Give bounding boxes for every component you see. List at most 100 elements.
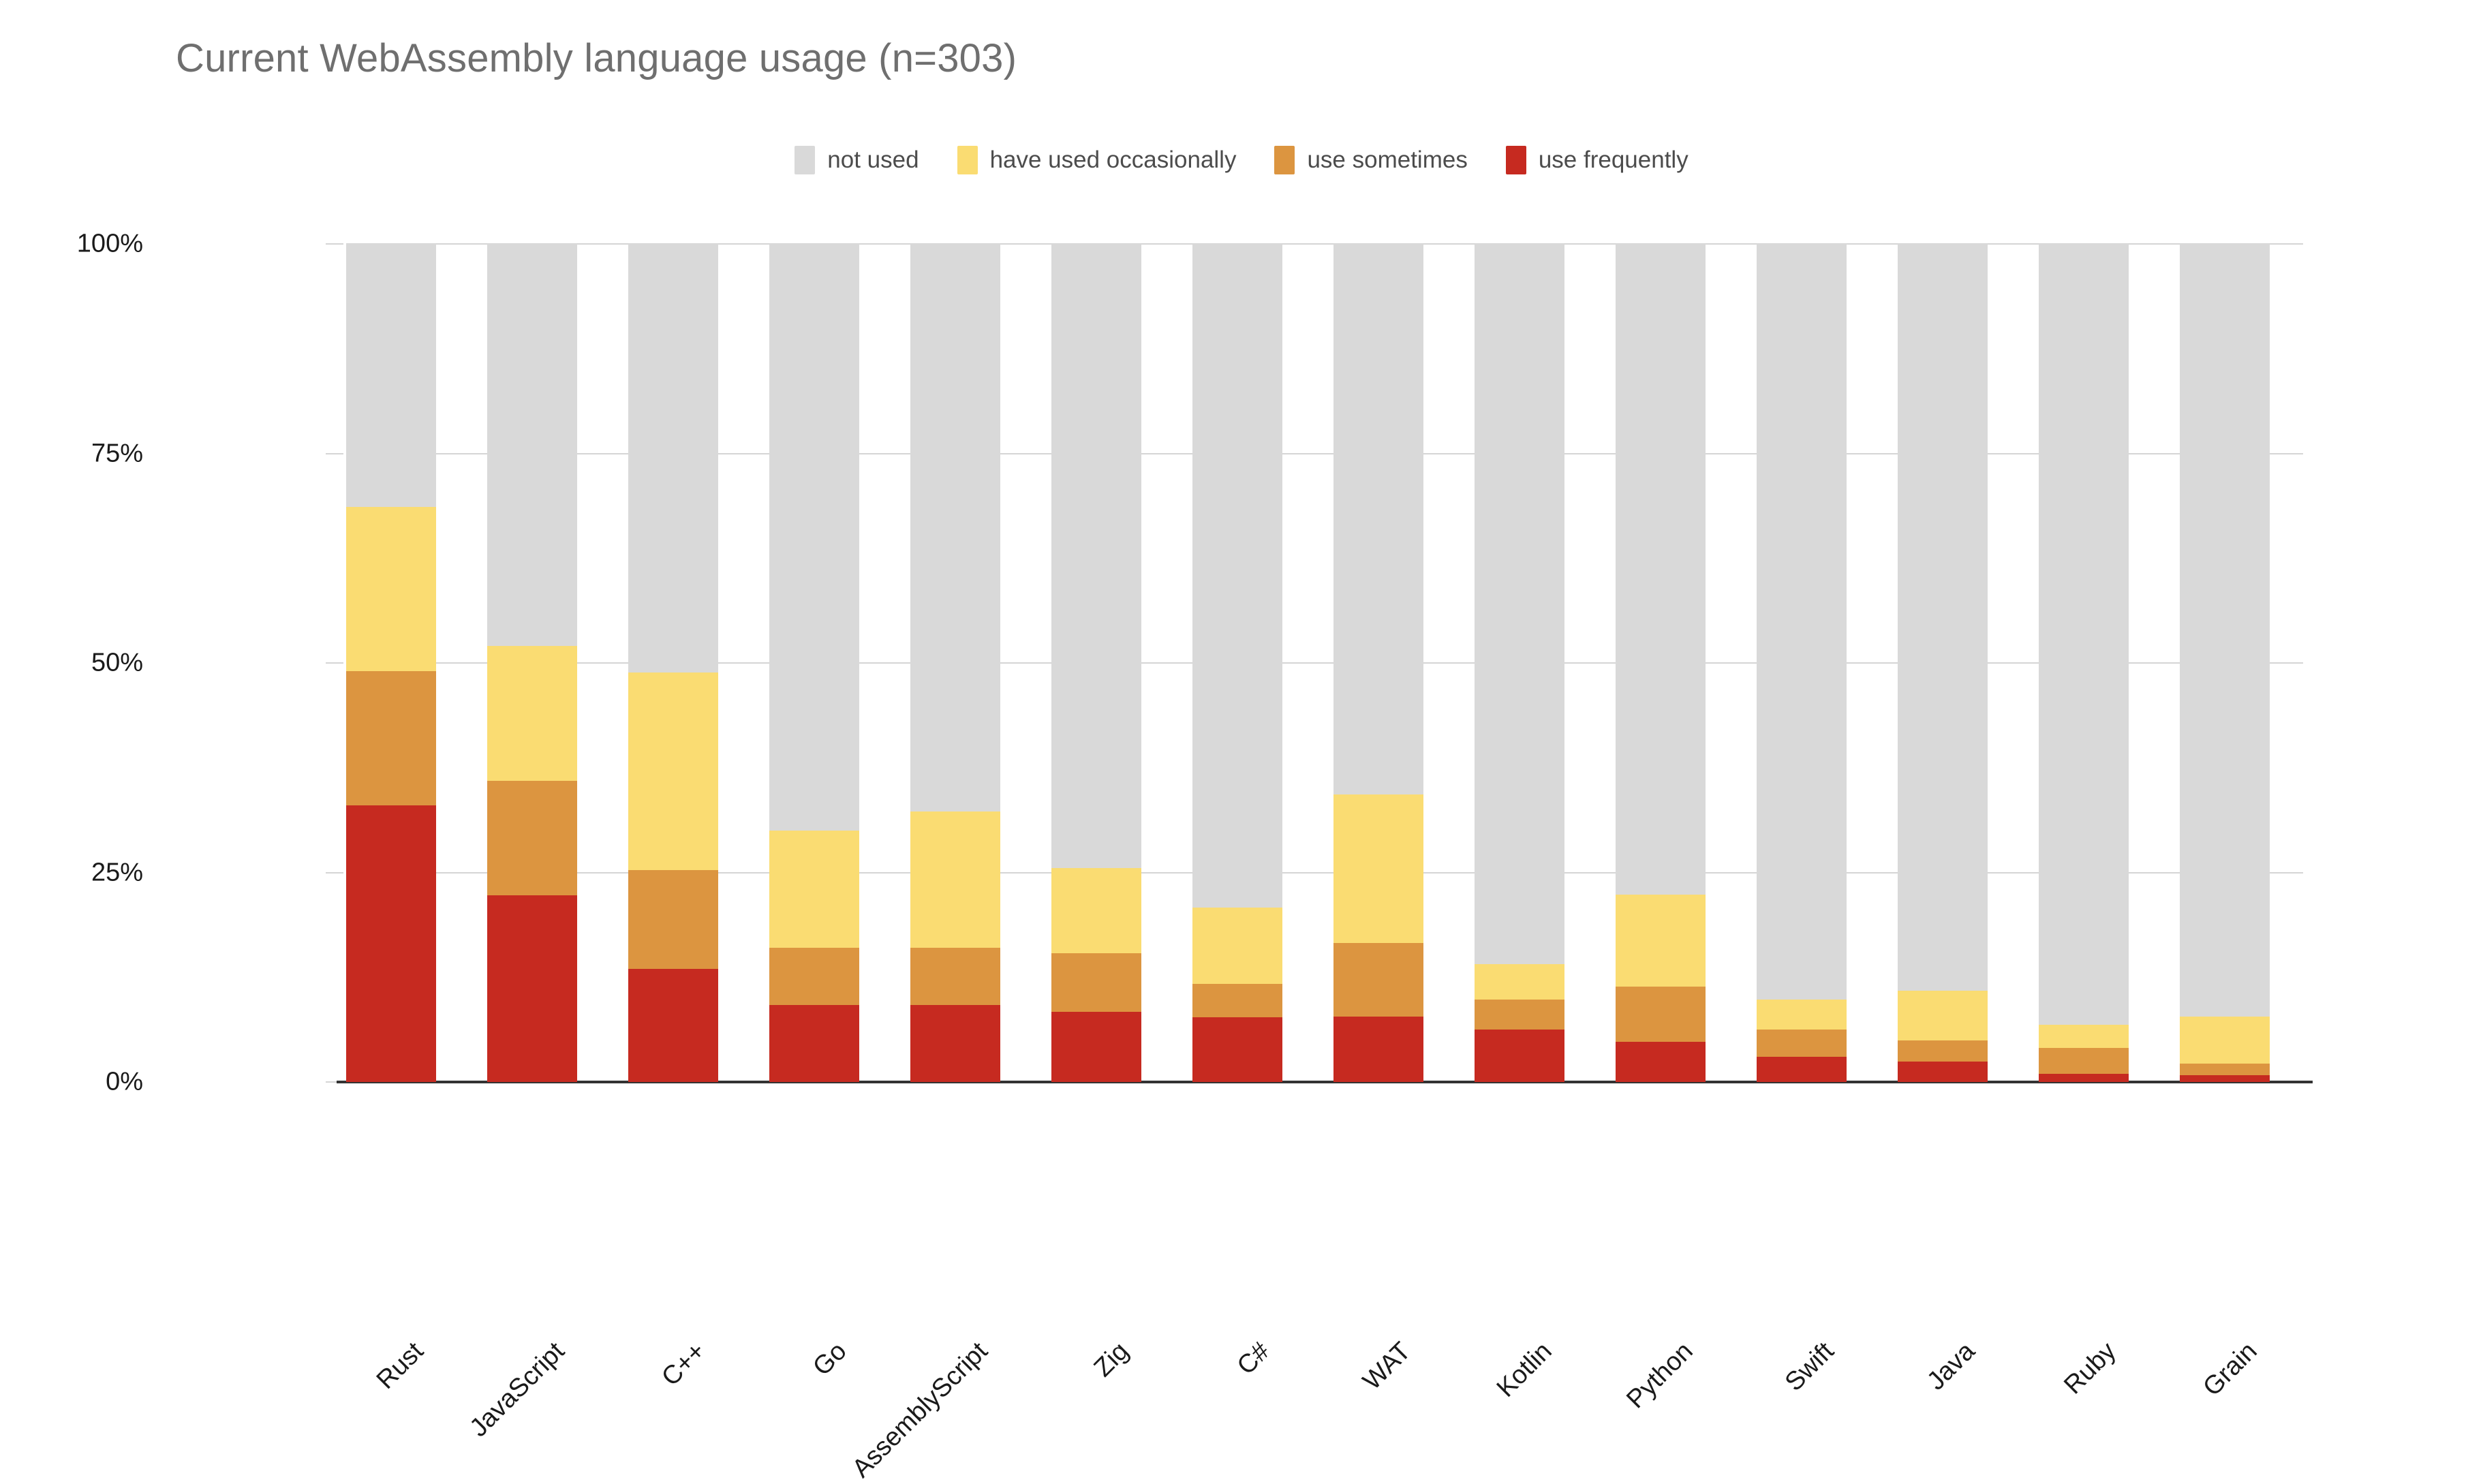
bar-segment[interactable] [910, 244, 1000, 811]
bar-segment[interactable] [1333, 942, 1423, 1017]
bar-segment[interactable] [628, 869, 718, 969]
y-axis-tick-label: 100% [76, 229, 143, 258]
bar-segment[interactable] [769, 1004, 859, 1082]
y-axis-tick-label: 50% [91, 648, 143, 677]
bar-segment[interactable] [1616, 1041, 1706, 1082]
bar-segment[interactable] [1051, 1011, 1141, 1082]
legend-item[interactable]: use sometimes [1274, 146, 1468, 174]
bar-segment[interactable] [910, 811, 1000, 948]
bar-segment[interactable] [346, 671, 436, 806]
y-axis-tick-label: 25% [91, 858, 143, 886]
chart-title: Current WebAssembly language usage (n=30… [176, 36, 1017, 80]
bar-segment[interactable] [1616, 244, 1706, 895]
bar-segment[interactable] [1475, 1029, 1564, 1082]
bar-segment[interactable] [487, 646, 577, 782]
bar-stack[interactable] [1616, 244, 1706, 1082]
bar-segment[interactable] [1051, 244, 1141, 869]
chart-legend: not used have used occasionally use someti… [0, 146, 2483, 174]
bar-segment[interactable] [1898, 990, 1988, 1040]
bar-stack[interactable] [487, 244, 577, 1082]
x-axis-tick-label: Ruby [2058, 1337, 2122, 1400]
bar-stack[interactable] [1333, 244, 1423, 1082]
bar-segment[interactable] [1192, 1017, 1282, 1082]
bar-segment[interactable] [2039, 1073, 2129, 1082]
bar-segment[interactable] [769, 244, 859, 831]
y-axis-tick-mark [326, 243, 343, 245]
bar-stack[interactable] [1898, 244, 1988, 1082]
bar-segment[interactable] [769, 948, 859, 1005]
bar-segment[interactable] [1757, 1057, 1847, 1082]
bar-segment[interactable] [2180, 1075, 2270, 1082]
bar-stack[interactable] [1757, 244, 1847, 1082]
legend-item[interactable]: not used [795, 146, 919, 174]
bar-segment[interactable] [2180, 1063, 2270, 1076]
bar-segment[interactable] [910, 1004, 1000, 1082]
bar-segment[interactable] [1757, 244, 1847, 1000]
bar-stack[interactable] [628, 244, 718, 1082]
y-axis-tick-mark [326, 452, 343, 454]
legend-label: use frequently [1538, 146, 1688, 173]
x-axis-tick-label: C# [1231, 1337, 1276, 1381]
x-axis-tick-label: Go [807, 1337, 852, 1382]
bar-stack[interactable] [346, 244, 436, 1082]
bar-segment[interactable] [2180, 1017, 2270, 1064]
bar-stack[interactable] [2039, 244, 2129, 1082]
legend-swatch-icon [1274, 146, 1295, 174]
bar-segment[interactable] [1475, 1000, 1564, 1030]
bar-segment[interactable] [1051, 953, 1141, 1012]
x-axis-tick-label: WAT [1357, 1337, 1417, 1396]
legend-label: have used occasionally [989, 146, 1237, 173]
x-axis-tick-label: Zig [1088, 1337, 1135, 1383]
bar-segment[interactable] [487, 781, 577, 895]
bar-segment[interactable] [487, 244, 577, 647]
bar-segment[interactable] [487, 895, 577, 1082]
chart-container: Current WebAssembly language usage (n=30… [0, 0, 2483, 1483]
bar-segment[interactable] [1475, 963, 1564, 1000]
bar-segment[interactable] [2180, 244, 2270, 1017]
y-axis-tick-label: 75% [91, 439, 143, 467]
bar-segment[interactable] [1898, 1062, 1988, 1082]
bar-segment[interactable] [1616, 894, 1706, 987]
bar-segment[interactable] [1333, 244, 1423, 795]
bar-stack[interactable] [769, 244, 859, 1082]
legend-label: use sometimes [1307, 146, 1468, 173]
bar-segment[interactable] [1192, 908, 1282, 985]
legend-item[interactable]: have used occasionally [957, 146, 1237, 174]
bar-segment[interactable] [910, 948, 1000, 1005]
bar-segment[interactable] [2039, 1047, 2129, 1074]
bar-segment[interactable] [1757, 1000, 1847, 1030]
x-axis-tick-label: Swift [1779, 1337, 1840, 1397]
legend-swatch-icon [1505, 146, 1526, 174]
bar-stack[interactable] [1475, 244, 1564, 1082]
bar-segment[interactable] [769, 831, 859, 948]
legend-item[interactable]: use frequently [1505, 146, 1688, 174]
bar-segment[interactable] [1192, 984, 1282, 1018]
x-axis-tick-label: C++ [656, 1337, 711, 1392]
bar-stack[interactable] [1051, 244, 1141, 1082]
legend-swatch-icon [957, 146, 978, 174]
bar-segment[interactable] [346, 244, 436, 508]
bar-segment[interactable] [2039, 1025, 2129, 1048]
bar-segment[interactable] [1898, 244, 1988, 991]
bar-segment[interactable] [628, 244, 718, 673]
x-axis-tick-label: Java [1922, 1337, 1981, 1396]
bar-segment[interactable] [1051, 868, 1141, 953]
bar-segment[interactable] [1475, 244, 1564, 964]
legend-swatch-icon [795, 146, 816, 174]
bar-segment[interactable] [1898, 1040, 1988, 1062]
bar-segment[interactable] [2039, 244, 2129, 1025]
bar-stack[interactable] [910, 244, 1000, 1082]
bar-segment[interactable] [1333, 1017, 1423, 1082]
bar-segment[interactable] [628, 672, 718, 870]
bar-segment[interactable] [346, 507, 436, 672]
bar-segment[interactable] [1333, 794, 1423, 943]
bar-segment[interactable] [1616, 986, 1706, 1042]
bar-segment[interactable] [1192, 244, 1282, 908]
bar-segment[interactable] [1757, 1029, 1847, 1057]
bar-segment[interactable] [628, 968, 718, 1082]
x-axis-tick-label: JavaScript [464, 1337, 570, 1443]
bar-segment[interactable] [346, 805, 436, 1082]
bar-stack[interactable] [2180, 244, 2270, 1082]
x-axis-tick-label: Kotlin [1491, 1337, 1558, 1403]
bar-stack[interactable] [1192, 244, 1282, 1082]
